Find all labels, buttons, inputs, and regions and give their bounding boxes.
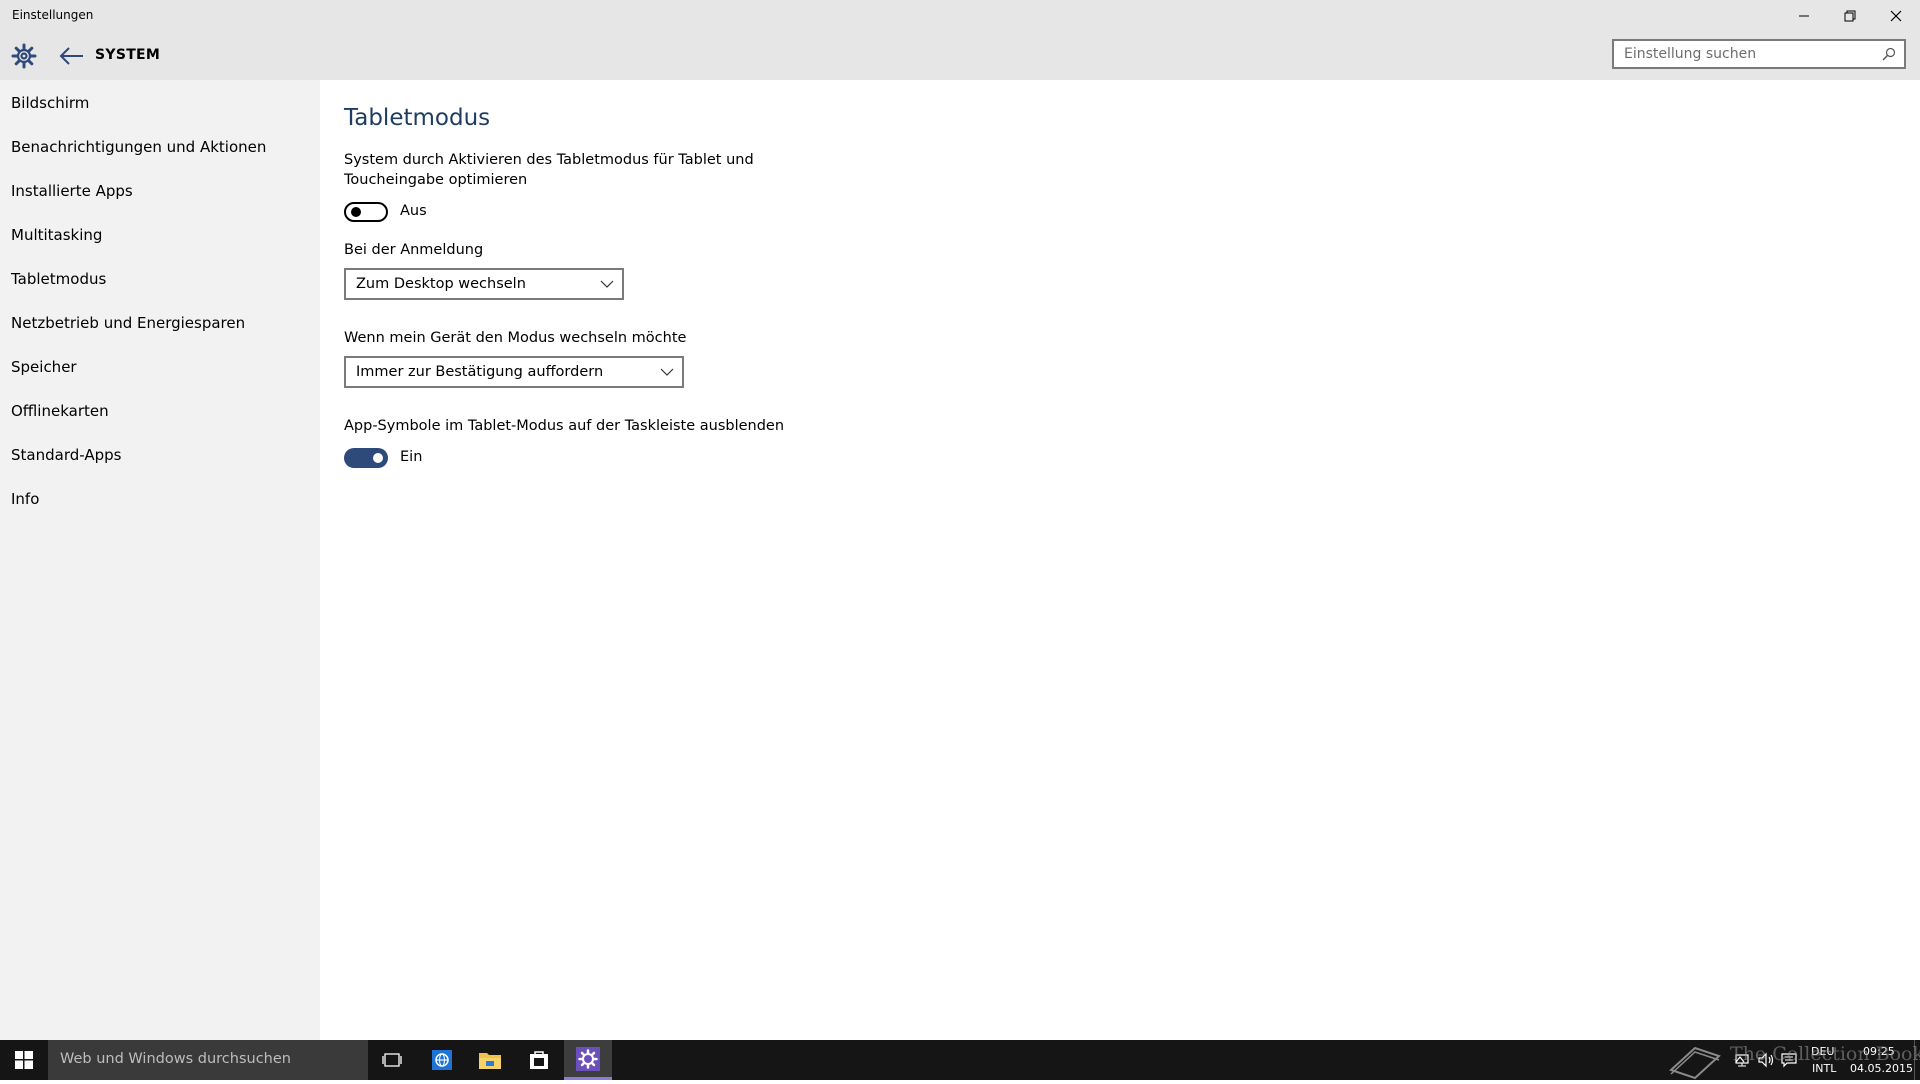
mode-switch-label: Wenn mein Gerät den Modus wechseln möcht… <box>344 330 687 346</box>
search-icon[interactable] <box>1882 47 1896 61</box>
file-explorer-icon <box>479 1053 501 1069</box>
close-button[interactable] <box>1873 0 1919 32</box>
toggle-knob <box>351 207 361 217</box>
mode-switch-dropdown[interactable]: Immer zur Bestätigung auffordern <box>344 356 684 388</box>
section-title: SYSTEM <box>95 47 161 63</box>
settings-icon <box>576 1046 600 1071</box>
chevron-down-icon <box>600 280 614 288</box>
settings-taskbar-button[interactable] <box>564 1040 612 1080</box>
taskbar-search-placeholder: Web und Windows durchsuchen <box>60 1051 291 1067</box>
hide-icons-toggle[interactable] <box>344 448 388 468</box>
sidebar-item-offlinekarten[interactable]: Offlinekarten <box>11 402 109 420</box>
taskbar-search-box[interactable]: Web und Windows durchsuchen <box>48 1040 368 1080</box>
sidebar: Bildschirm Benachrichtigungen und Aktion… <box>0 80 320 1040</box>
tablet-mode-description-line1: System durch Aktivieren des Tabletmodus … <box>344 152 754 168</box>
gear-icon <box>11 43 37 69</box>
settings-search-box[interactable] <box>1612 39 1906 69</box>
settings-header: SYSTEM <box>0 32 1920 80</box>
signin-dropdown-value: Zum Desktop wechseln <box>356 276 526 292</box>
page-title: Tabletmodus <box>344 105 491 131</box>
start-button[interactable] <box>0 1040 48 1080</box>
sidebar-item-tabletmodus[interactable]: Tabletmodus <box>11 270 106 288</box>
tablet-mode-toggle[interactable] <box>344 202 388 222</box>
app-title: Einstellungen <box>12 8 94 22</box>
sidebar-item-standard-apps[interactable]: Standard-Apps <box>11 446 121 464</box>
task-view-button[interactable] <box>368 1040 416 1080</box>
minimize-button[interactable] <box>1781 0 1827 32</box>
sidebar-item-info[interactable]: Info <box>11 490 39 508</box>
edge-button[interactable] <box>418 1040 466 1080</box>
task-view-icon <box>382 1053 402 1067</box>
chevron-down-icon <box>660 368 674 376</box>
taskbar: Web und Windows durchsuchen DEU INTL 09:… <box>0 1040 1920 1080</box>
windows-logo-icon <box>15 1051 33 1069</box>
restore-button[interactable] <box>1827 0 1873 32</box>
store-icon <box>530 1051 548 1069</box>
hide-icons-toggle-state: Ein <box>400 449 423 465</box>
store-button[interactable] <box>515 1040 563 1080</box>
sidebar-item-speicher[interactable]: Speicher <box>11 358 77 376</box>
toggle-knob <box>373 453 383 463</box>
book-icon <box>1669 1046 1721 1080</box>
watermark-text: The Collection Book <box>1730 1043 1920 1065</box>
restore-icon <box>1844 10 1856 22</box>
back-arrow-icon[interactable] <box>58 44 86 68</box>
signin-dropdown[interactable]: Zum Desktop wechseln <box>344 268 624 300</box>
edge-icon <box>432 1050 452 1070</box>
book-watermark-graphic <box>1665 1040 1725 1080</box>
mode-switch-dropdown-value: Immer zur Bestätigung auffordern <box>356 364 604 380</box>
close-icon <box>1890 10 1902 22</box>
minimize-icon <box>1799 15 1809 17</box>
sidebar-item-benachrichtigungen[interactable]: Benachrichtigungen und Aktionen <box>11 138 266 156</box>
sidebar-item-bildschirm[interactable]: Bildschirm <box>11 94 89 112</box>
hide-icons-label: App-Symbole im Tablet-Modus auf der Task… <box>344 418 785 434</box>
tablet-mode-toggle-state: Aus <box>400 203 427 219</box>
sidebar-item-netzbetrieb[interactable]: Netzbetrieb und Energiesparen <box>11 314 245 332</box>
sidebar-item-multitasking[interactable]: Multitasking <box>11 226 102 244</box>
sidebar-item-installierte-apps[interactable]: Installierte Apps <box>11 182 133 200</box>
settings-search-input[interactable] <box>1614 41 1884 67</box>
tablet-mode-description-line2: Toucheingabe optimieren <box>344 172 528 188</box>
file-explorer-button[interactable] <box>466 1040 514 1080</box>
signin-label: Bei der Anmeldung <box>344 242 484 258</box>
title-bar: Einstellungen <box>0 0 1920 32</box>
